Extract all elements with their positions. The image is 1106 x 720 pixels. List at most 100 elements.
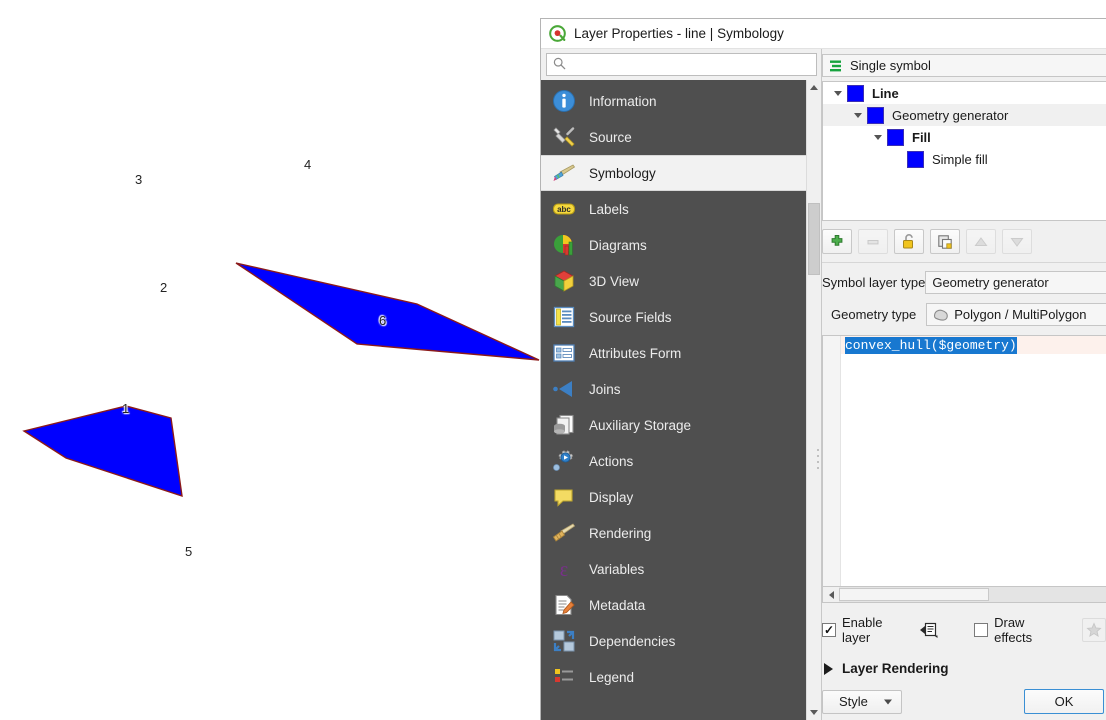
arrow-up-icon [810, 85, 818, 90]
remove-symbol-layer-button[interactable] [858, 229, 888, 254]
tree-row[interactable]: Fill [823, 126, 1106, 148]
geometry-type-combo[interactable]: Polygon / MultiPolygon [926, 303, 1106, 326]
add-symbol-layer-button[interactable] [822, 229, 852, 254]
sidebar-item-diagrams[interactable]: Diagrams [541, 227, 806, 263]
ok-button[interactable]: OK [1024, 689, 1104, 714]
style-button[interactable]: Style [822, 689, 902, 714]
sidebar-item-dependencies[interactable]: Dependencies [541, 623, 806, 659]
renderer-type-label: Single symbol [850, 58, 931, 73]
expression-text-area[interactable]: convex_hull($geometry) [841, 336, 1106, 586]
tree-row[interactable]: Simple fill [823, 148, 1106, 170]
symbol-preview-swatch [847, 84, 864, 102]
duplicate-symbol-layer-button[interactable] [930, 229, 960, 254]
sidebar-item-source-fields[interactable]: Source Fields [541, 299, 806, 335]
tree-item-label: Fill [912, 129, 931, 145]
symbol-layer-tree[interactable]: Line Geometry generator Fill Simple fill [822, 81, 1106, 221]
sidebar-item-labels[interactable]: abc Labels [541, 191, 806, 227]
expression-editor[interactable]: convex_hull($geometry) [817, 335, 1106, 587]
hscrollbar-thumb[interactable] [839, 588, 989, 601]
expression-value[interactable]: convex_hull($geometry) [845, 336, 1017, 354]
tree-row[interactable]: Line [823, 82, 1106, 104]
sidebar-item-label: Diagrams [589, 237, 647, 253]
sidebar-item-auxiliary-storage[interactable]: Auxiliary Storage [541, 407, 806, 443]
sidebar-item-attributes-form[interactable]: Attributes Form [541, 335, 806, 371]
style-button-label: Style [839, 694, 868, 709]
footer-checkbox-row: ✓ Enable layer Draw effects [822, 615, 1106, 645]
sidebar-scrollbar[interactable] [806, 80, 821, 720]
source-fields-icon [551, 304, 577, 330]
sidebar-item-symbology[interactable]: Symbology [541, 155, 806, 191]
hscrollbar-track[interactable] [839, 587, 1106, 602]
sidebar-item-metadata[interactable]: Metadata [541, 587, 806, 623]
sidebar-item-rendering[interactable]: Rendering [541, 515, 806, 551]
symbol-layer-type-combo[interactable]: Geometry generator [925, 271, 1106, 294]
tree-item-label: Simple fill [932, 151, 988, 167]
ok-button-label: OK [1054, 694, 1074, 709]
symbol-layer-type-row: Symbol layer type Geometry generator [822, 271, 1106, 294]
variables-epsilon-icon: ε [551, 556, 577, 582]
move-down-button[interactable] [1002, 229, 1032, 254]
minus-icon [867, 239, 879, 244]
sidebar-item-label: Rendering [589, 525, 652, 541]
expression-horizontal-scrollbar[interactable] [822, 587, 1106, 603]
map-feature-label-6: 6 [379, 313, 387, 328]
map-canvas[interactable]: 3 4 2 6 1 5 [0, 0, 540, 720]
sidebar-item-label: Metadata [589, 597, 646, 613]
effects-star-icon[interactable] [1081, 618, 1106, 642]
sidebar-item-label: Dependencies [589, 633, 676, 649]
dialog-sidebar: Information Source Symbology abc Labels … [541, 49, 822, 720]
chevron-down-icon [884, 699, 892, 704]
information-icon [551, 88, 577, 114]
tree-item-label: Geometry generator [892, 107, 1009, 123]
arrow-up-icon [974, 236, 988, 246]
data-defined-override-icon[interactable] [918, 619, 940, 641]
sidebar-item-variables[interactable]: ε Variables [541, 551, 806, 587]
dialog-title: Layer Properties - line | Symbology [574, 26, 784, 41]
display-balloon-icon [551, 484, 577, 510]
arrow-left-icon [828, 590, 834, 599]
sidebar-item-display[interactable]: Display [541, 479, 806, 515]
sidebar-item-label: Legend [589, 669, 635, 685]
scrollbar-thumb[interactable] [808, 203, 820, 275]
map-feature-label-3: 3 [135, 172, 143, 187]
chevron-down-icon[interactable] [869, 134, 887, 140]
enable-layer-checkbox[interactable]: ✓ [822, 623, 836, 637]
svg-text:abc: abc [557, 205, 571, 214]
lock-layer-colors-button[interactable] [894, 229, 924, 254]
scroll-left-button[interactable] [823, 587, 839, 602]
sidebar-item-label: Variables [589, 561, 645, 577]
dialog-titlebar: Layer Properties - line | Symbology [541, 19, 1106, 49]
actions-gear-icon [551, 448, 577, 474]
draw-effects-label: Draw effects [994, 615, 1033, 645]
3d-view-cube-icon [551, 268, 577, 294]
sidebar-item-information[interactable]: Information [541, 83, 806, 119]
search-input[interactable] [571, 56, 810, 73]
search-box[interactable] [546, 53, 817, 76]
scroll-down-button[interactable] [807, 705, 821, 720]
sidebar-item-3d-view[interactable]: 3D View [541, 263, 806, 299]
editor-line[interactable]: convex_hull($geometry) [841, 336, 1106, 354]
symbol-layer-toolbar [822, 221, 1106, 262]
sidebar-item-label: Source Fields [589, 309, 672, 325]
sidebar-item-label: Auxiliary Storage [589, 417, 692, 433]
draw-effects-checkbox[interactable] [974, 623, 989, 637]
sidebar-item-label: Actions [589, 453, 634, 469]
move-up-button[interactable] [966, 229, 996, 254]
sidebar-item-actions[interactable]: Actions [541, 443, 806, 479]
renderer-type-combo[interactable]: Single symbol [822, 54, 1106, 77]
symbology-brush-icon [551, 160, 577, 186]
scroll-up-button[interactable] [807, 80, 821, 95]
layer-rendering-section[interactable]: Layer Rendering [822, 661, 1106, 676]
sidebar-item-source[interactable]: Source [541, 119, 806, 155]
symbology-panel: Single symbol Line Geometry generator Fi… [817, 49, 1106, 720]
chevron-down-icon[interactable] [829, 90, 847, 96]
sidebar-item-label: 3D View [589, 273, 640, 289]
tree-row[interactable]: Geometry generator [823, 104, 1106, 126]
sidebar-item-joins[interactable]: Joins [541, 371, 806, 407]
sidebar-item-legend[interactable]: Legend [541, 659, 806, 695]
splitter-grip[interactable] [816, 446, 820, 476]
panel-footer: ✓ Enable layer Draw effects Layer Render… [822, 603, 1106, 720]
dialog-button-bar: Style OK [822, 689, 1106, 720]
scrollbar-track[interactable] [807, 95, 821, 705]
chevron-down-icon[interactable] [849, 112, 867, 118]
